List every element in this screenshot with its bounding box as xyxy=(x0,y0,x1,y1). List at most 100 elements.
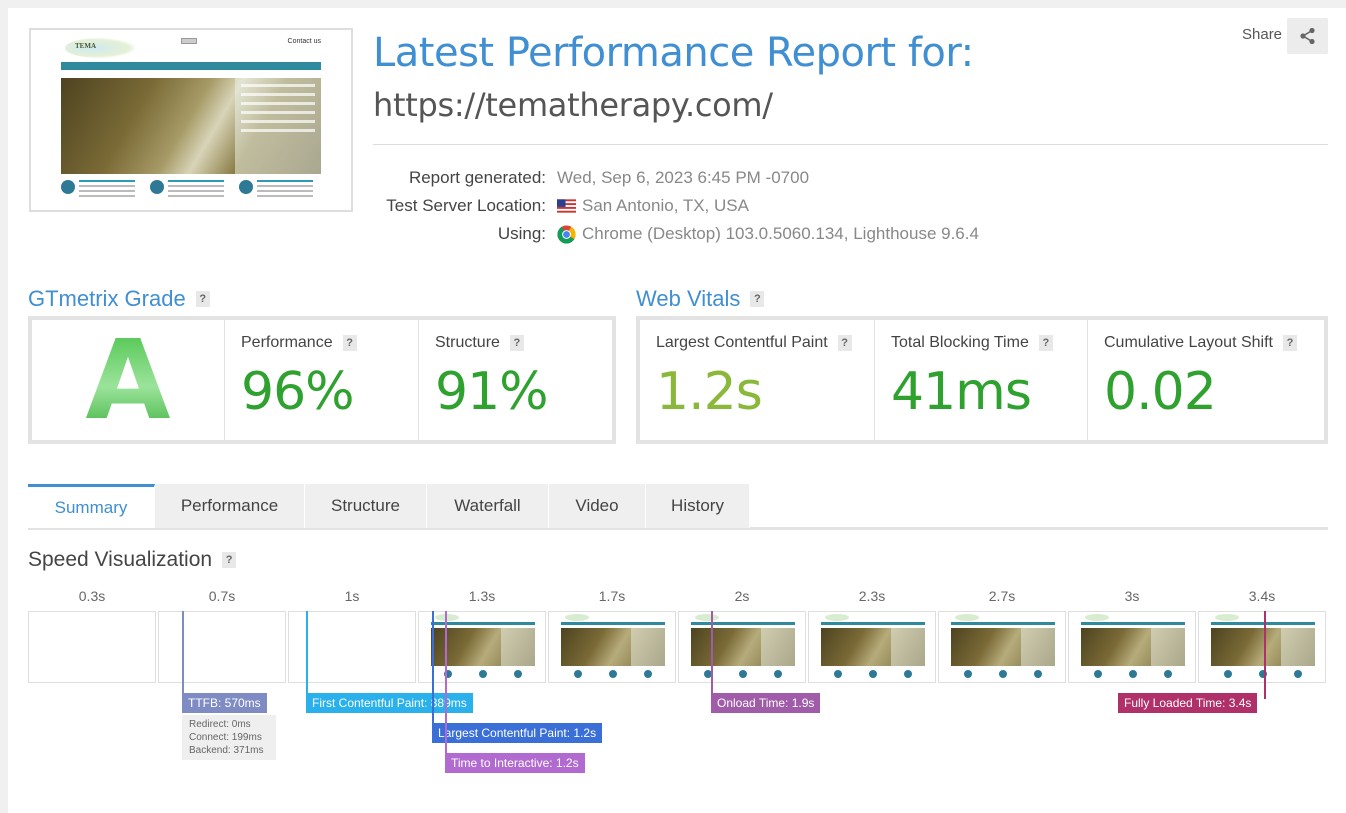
frame-time-label: 2.7s xyxy=(988,588,1016,604)
grade-letter-cell: A xyxy=(32,316,225,444)
thumb-contact-text: Contact us xyxy=(287,38,321,45)
vitals-help-icon[interactable]: ? xyxy=(750,291,765,307)
location-value-text: San Antonio, TX, USA xyxy=(582,196,749,215)
filmstrip-frame[interactable] xyxy=(1198,611,1326,683)
frame-screenshot xyxy=(1081,612,1185,682)
cls-help-icon[interactable]: ? xyxy=(1282,335,1297,351)
ttfb-marker[interactable]: TTFB: 570ms xyxy=(182,693,267,713)
thumb-header: TEMA Contact us xyxy=(61,36,321,60)
filmstrip-frame[interactable] xyxy=(808,611,936,683)
structure-help-icon[interactable]: ? xyxy=(509,335,524,351)
performance-help-icon[interactable]: ? xyxy=(342,335,357,351)
performance-label-text: Performance xyxy=(241,334,333,351)
ttfb-redirect: Redirect: 0ms xyxy=(189,719,251,730)
generated-value-text: Wed, Sep 6, 2023 6:45 PM -0700 xyxy=(557,168,810,187)
frame-screenshot xyxy=(951,612,1055,682)
us-flag-icon xyxy=(557,199,576,213)
frame-time-label: 1.7s xyxy=(598,588,626,604)
grade-letter: A xyxy=(85,316,171,444)
lcp-help-icon[interactable]: ? xyxy=(837,335,852,351)
lcp-value: 1.2s xyxy=(656,362,763,422)
cls-cell: Cumulative Layout Shift? 0.02 xyxy=(1088,320,1324,440)
thumb-nav-bar xyxy=(61,62,321,70)
using-value: Chrome (Desktop) 103.0.5060.134, Lightho… xyxy=(557,224,979,244)
onload-marker[interactable]: Onload Time: 1.9s xyxy=(711,693,821,713)
share-label[interactable]: Share xyxy=(1242,26,1282,43)
performance-label: Performance? xyxy=(241,334,402,352)
filmstrip-frame[interactable] xyxy=(678,611,806,683)
using-label: Using: xyxy=(497,224,546,243)
report-tabs: Summary Performance Structure Waterfall … xyxy=(28,484,1328,530)
frame-time-label: 1s xyxy=(344,588,360,604)
ttfb-backend: Backend: 371ms xyxy=(189,745,264,756)
speed-visualization-title: Speed Visualization ? xyxy=(28,548,237,572)
share-button[interactable] xyxy=(1287,18,1328,54)
speed-help-icon[interactable]: ? xyxy=(222,552,237,568)
thumb-hero-image xyxy=(61,78,321,174)
using-value-text: Chrome (Desktop) 103.0.5060.134, Lightho… xyxy=(582,224,979,243)
chrome-icon xyxy=(557,224,576,244)
report-title: Latest Performance Report for: xyxy=(373,30,974,76)
frame-time-label: 1.3s xyxy=(468,588,496,604)
filmstrip-frame[interactable] xyxy=(938,611,1066,683)
fully-loaded-marker[interactable]: Fully Loaded Time: 3.4s xyxy=(1118,693,1258,713)
filmstrip-frame[interactable] xyxy=(158,611,286,683)
report-url[interactable]: https://tematherapy.com/ xyxy=(373,86,773,124)
location-label: Test Server Location: xyxy=(386,196,546,215)
web-vitals-box: Largest Contentful Paint? 1.2s Total Blo… xyxy=(636,316,1328,444)
frame-time-label: 2s xyxy=(734,588,750,604)
lcp-label-text: Largest Contentful Paint xyxy=(656,334,828,351)
frame-screenshot xyxy=(821,612,925,682)
thumb-card xyxy=(61,180,143,210)
frame-screenshot xyxy=(691,612,795,682)
tbt-cell: Total Blocking Time? 41ms xyxy=(875,320,1088,440)
generated-value: Wed, Sep 6, 2023 6:45 PM -0700 xyxy=(557,168,809,188)
structure-cell: Structure? 91% xyxy=(419,320,612,440)
thumb-logo: TEMA xyxy=(65,38,135,58)
filmstrip-frame[interactable] xyxy=(418,611,546,683)
cls-value: 0.02 xyxy=(1104,362,1217,422)
web-vitals-title-text: Web Vitals xyxy=(636,286,741,311)
fully-loaded-marker-line xyxy=(1264,611,1266,699)
tab-summary[interactable]: Summary xyxy=(28,484,155,528)
ttfb-connect: Connect: 199ms xyxy=(189,732,262,743)
lcp-marker[interactable]: Largest Contentful Paint: 1.2s xyxy=(432,723,603,743)
tti-marker[interactable]: Time to Interactive: 1.2s xyxy=(445,753,585,773)
ttfb-detail: Redirect: 0ms Connect: 199ms Backend: 37… xyxy=(182,715,276,760)
tab-structure[interactable]: Structure xyxy=(305,484,427,528)
frame-time-label: 0.7s xyxy=(208,588,236,604)
thumb-hero-text xyxy=(235,78,321,174)
structure-label-text: Structure xyxy=(435,334,500,351)
tbt-label-text: Total Blocking Time xyxy=(891,334,1029,351)
tab-video[interactable]: Video xyxy=(549,484,646,528)
thumb-logo-text: TEMA xyxy=(75,42,96,50)
tab-history[interactable]: History xyxy=(646,484,750,528)
report-page: TEMA Contact us Latest Performance Repor… xyxy=(8,8,1346,813)
lcp-marker-line xyxy=(432,611,434,729)
frame-screenshot xyxy=(561,612,665,682)
frame-screenshot xyxy=(1211,612,1315,682)
frame-time-label: 2.3s xyxy=(858,588,886,604)
gtmetrix-grade-title-text: GTmetrix Grade xyxy=(28,286,186,311)
lcp-cell: Largest Contentful Paint? 1.2s xyxy=(640,320,875,440)
speed-visualization-title-text: Speed Visualization xyxy=(28,548,213,571)
performance-value: 96% xyxy=(241,362,355,422)
fcp-marker[interactable]: First Contentful Paint: 889ms xyxy=(306,693,473,713)
thumb-mini-button xyxy=(181,38,197,44)
tbt-help-icon[interactable]: ? xyxy=(1038,335,1053,351)
filmstrip-frame[interactable] xyxy=(1068,611,1196,683)
tab-waterfall[interactable]: Waterfall xyxy=(427,484,549,528)
filmstrip-frame[interactable] xyxy=(28,611,156,683)
grade-help-icon[interactable]: ? xyxy=(195,291,210,307)
tab-performance[interactable]: Performance xyxy=(155,484,305,528)
structure-label: Structure? xyxy=(435,334,596,352)
generated-label: Report generated: xyxy=(408,168,546,187)
frame-time-label: 3.4s xyxy=(1248,588,1276,604)
share-icon xyxy=(1299,27,1315,45)
gtmetrix-grade-title: GTmetrix Grade ? xyxy=(28,286,210,312)
lcp-label: Largest Contentful Paint? xyxy=(656,334,858,352)
fcp-marker-line xyxy=(306,611,308,699)
filmstrip-frame[interactable] xyxy=(548,611,676,683)
location-value: San Antonio, TX, USA xyxy=(557,196,749,216)
cls-label: Cumulative Layout Shift? xyxy=(1104,334,1308,352)
